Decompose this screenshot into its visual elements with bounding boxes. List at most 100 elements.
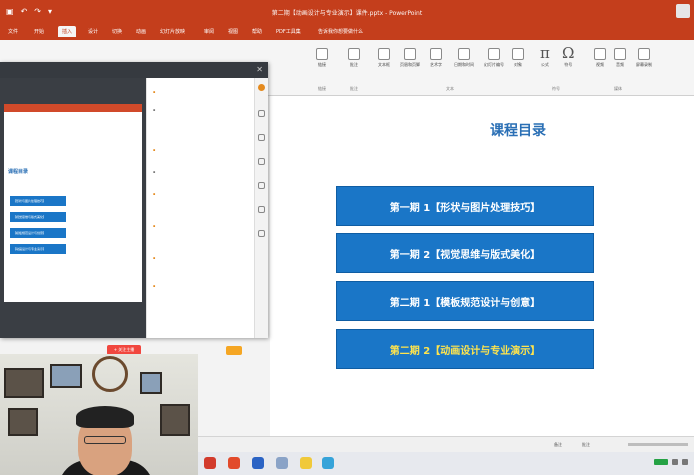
tell-me-search[interactable]: 告诉我你想要做什么 [318, 28, 363, 35]
presenter-hair [76, 406, 134, 428]
wordart-button[interactable]: 艺术字 [430, 48, 442, 68]
share-icon[interactable] [258, 206, 265, 213]
slide-number-button[interactable]: 幻灯片编号 [484, 48, 504, 68]
status-bar: 备注 批注 [198, 436, 694, 452]
tab-home[interactable]: 开始 [34, 28, 44, 35]
wall-picture [140, 372, 162, 394]
pen-icon[interactable] [258, 110, 265, 117]
wall-picture [160, 404, 190, 436]
group-label-links: 链接 [318, 86, 326, 91]
comments-button[interactable]: 批注 [582, 442, 590, 448]
record-icon[interactable] [258, 84, 265, 91]
wall-picture [4, 368, 44, 398]
date-time-icon [458, 48, 470, 60]
app-icon[interactable] [252, 457, 264, 469]
audio-button[interactable]: 音频 [614, 48, 626, 68]
speaker-icon [614, 48, 626, 60]
screen: ▣ ↶ ↷ ▾ 第二期【动画设计与专业演示】课件.pptx - PowerPoi… [0, 0, 694, 475]
ship-wheel-decoration [92, 356, 128, 392]
image-icon[interactable] [258, 182, 265, 189]
group-label-symbols: 符号 [552, 86, 560, 91]
chat-list[interactable]: ▪ ▪ ▪ ▪ ▪ ▪ ▪ ▪ [146, 78, 254, 338]
list-item: ▪ [153, 170, 156, 174]
title-bar: ▣ ↶ ↷ ▾ 第二期【动画设计与专业演示】课件.pptx - PowerPoi… [0, 0, 694, 24]
close-icon[interactable]: ✕ [256, 65, 263, 74]
textbox-button[interactable]: 文本框 [378, 48, 390, 68]
list-item: ▪ [153, 284, 156, 288]
tab-animations[interactable]: 动画 [136, 28, 146, 35]
toc-item-2[interactable]: 第一期 2【视觉思维与版式美化】 [336, 233, 594, 273]
video-button[interactable]: 视频 [594, 48, 606, 68]
tab-transitions[interactable]: 切换 [112, 28, 122, 35]
preview-item-4: 【动画设计与专业演示】 [10, 244, 66, 254]
preview-footer [4, 302, 142, 332]
notes-button[interactable]: 备注 [554, 442, 562, 448]
toc-item-4[interactable]: 第二期 2【动画设计与专业演示】 [336, 329, 594, 369]
account-button[interactable] [676, 4, 690, 18]
zoom-slider[interactable] [628, 443, 688, 446]
grid-icon[interactable] [258, 230, 265, 237]
orange-action-button[interactable] [226, 346, 242, 355]
preview-item-3: 【模板规范设计与创意】 [10, 228, 66, 238]
system-tray [654, 459, 688, 465]
tab-help[interactable]: 帮助 [252, 28, 262, 35]
network-icon[interactable] [682, 459, 688, 465]
taskbar [198, 452, 694, 475]
symbol-button[interactable]: Ω 符号 [562, 44, 574, 68]
list-item: ▪ [153, 192, 156, 196]
preview-item-1: 【形状与图片处理技巧】 [10, 196, 66, 206]
textbox-icon [378, 48, 390, 60]
app-icon[interactable] [322, 457, 334, 469]
tab-file[interactable]: 文件 [8, 28, 18, 35]
folder-icon[interactable] [300, 457, 312, 469]
overlay-titlebar: ✕ [0, 62, 268, 78]
tab-insert[interactable]: 插入 [58, 26, 77, 37]
wordart-icon [430, 48, 442, 60]
battery-icon[interactable] [654, 459, 668, 465]
list-item: ▪ [153, 108, 156, 112]
link-button[interactable]: 链接 [316, 48, 328, 68]
app-icon[interactable] [276, 457, 288, 469]
tab-slideshow[interactable]: 幻灯片放映 [160, 28, 185, 35]
screen-recording-button[interactable]: 屏幕录制 [636, 48, 652, 68]
tab-review[interactable]: 审阅 [204, 28, 214, 35]
slide-number-icon [488, 48, 500, 60]
chevron-up-icon[interactable] [672, 459, 678, 465]
user-icon[interactable] [258, 134, 265, 141]
preview-slide: 课程目录 【形状与图片处理技巧】 【视觉思维与版式美化】 【模板规范设计与创意】… [4, 104, 142, 332]
app-icon[interactable] [204, 457, 216, 469]
preview-header [4, 104, 142, 112]
toc-item-3[interactable]: 第二期 1【模板规范设计与创意】 [336, 281, 594, 321]
preview-panel: 课程目录 【形状与图片处理技巧】 【视觉思维与版式美化】 【模板规范设计与创意】… [0, 78, 146, 338]
screen-recording-icon [638, 48, 650, 60]
object-button[interactable]: 对象 [512, 48, 524, 68]
tab-design[interactable]: 设计 [88, 28, 98, 35]
header-footer-button[interactable]: 页眉和页脚 [400, 48, 420, 68]
comment-icon [348, 48, 360, 60]
comment-button[interactable]: 批注 [348, 48, 360, 68]
video-icon [594, 48, 606, 60]
tab-pdf[interactable]: PDF工具集 [276, 28, 301, 35]
tab-view[interactable]: 视图 [228, 28, 238, 35]
link-icon [316, 48, 328, 60]
toc-item-1[interactable]: 第一期 1【形状与图片处理技巧】 [336, 186, 594, 226]
app-icon[interactable] [228, 457, 240, 469]
slide-title[interactable]: 课程目录 [428, 120, 608, 140]
wall-picture [50, 364, 82, 388]
webcam-feed [0, 354, 198, 475]
presenter-glasses [84, 436, 126, 444]
list-item: ▪ [153, 224, 156, 228]
object-icon [512, 48, 524, 60]
list-item: ▪ [153, 256, 156, 260]
equation-button[interactable]: π 公式 [540, 44, 550, 68]
window-title: 第二期【动画设计与专业演示】课件.pptx - PowerPoint [271, 10, 423, 17]
date-time-button[interactable]: 日期和时间 [454, 48, 474, 68]
group-label-comments: 批注 [350, 86, 358, 91]
preview-item-2: 【视觉思维与版式美化】 [10, 212, 66, 222]
wall-picture [8, 408, 38, 436]
pi-icon: π [540, 44, 550, 62]
preview-title: 课程目录 [8, 169, 29, 175]
omega-icon: Ω [562, 44, 575, 62]
group-label-media: 媒体 [614, 86, 622, 91]
settings-icon[interactable] [258, 158, 265, 165]
